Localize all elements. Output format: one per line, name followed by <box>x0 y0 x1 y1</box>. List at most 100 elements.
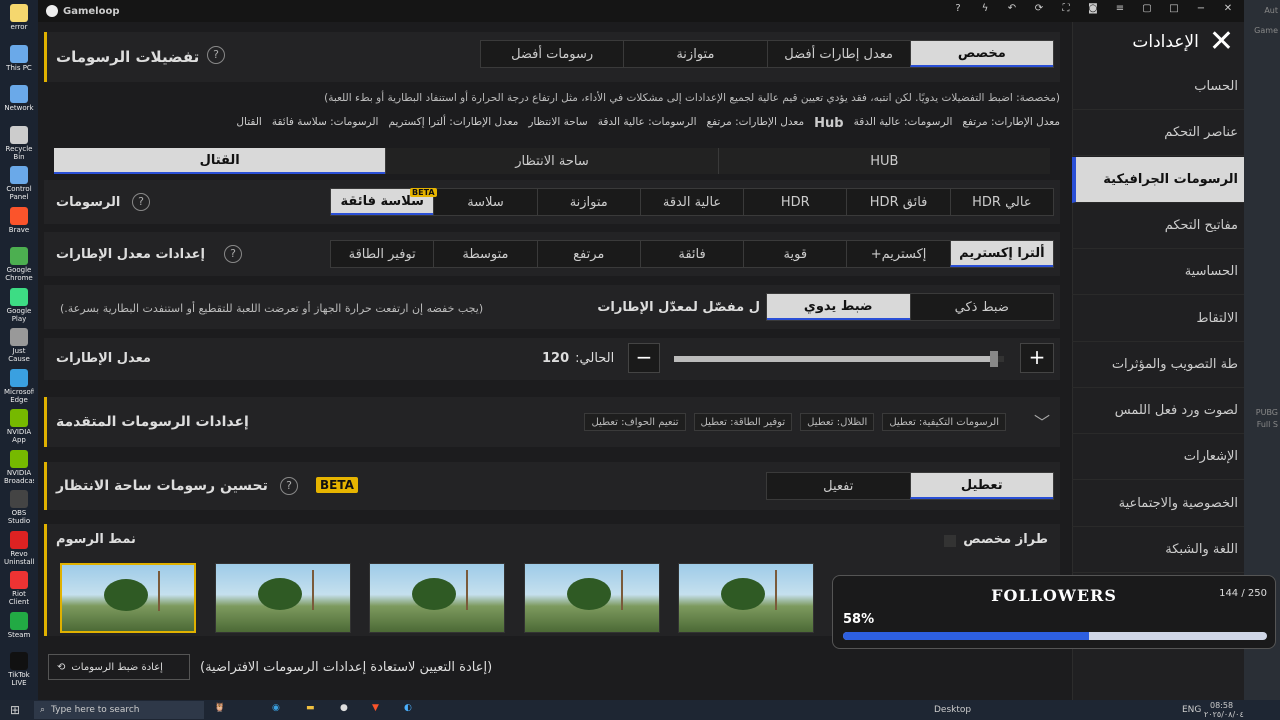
mode-tab-option[interactable]: HUB <box>717 148 1050 174</box>
desktop-icon[interactable]: Riot Client <box>4 571 34 606</box>
fps-mode-option[interactable]: ضبط ذكي <box>909 294 1054 320</box>
sidebar-item[interactable]: الخصوصية والاجتماعية <box>1072 481 1244 527</box>
desktop-icon[interactable]: Network <box>4 85 34 120</box>
fps-setting-option[interactable]: قوية <box>743 241 846 267</box>
clock-date[interactable]: ٢٠٢٥/٠٨/٠٤ <box>1204 710 1244 719</box>
lobby-enhance-option[interactable]: تفعيل <box>767 473 910 499</box>
desktop-icon[interactable]: error <box>4 4 34 39</box>
fps-decrease-button[interactable]: − <box>628 343 660 373</box>
maximize-icon[interactable]: □ <box>1166 3 1182 14</box>
desktop-icon[interactable]: Control Panel <box>4 166 34 201</box>
reset-graphics-button[interactable]: ⟲ إعادة ضبط الرسومات <box>48 654 190 680</box>
desktop-icon[interactable]: OBS Studio <box>4 490 34 525</box>
sidebar-item[interactable]: الرسومات الجرافيكية <box>1072 156 1244 203</box>
right-desktop-item[interactable]: Game <box>1254 26 1278 35</box>
sidebar-item[interactable]: مفاتيح التحكم <box>1072 203 1244 249</box>
mode-tab-option[interactable]: القتال <box>54 148 386 174</box>
sidebar-item[interactable]: عناصر التحكم <box>1072 110 1244 157</box>
desktop-icon-label: OBS Studio <box>7 509 31 525</box>
desktop-icon[interactable]: Google Chrome <box>4 247 34 282</box>
fps-setting-option[interactable]: توفير الطاقة <box>331 241 433 267</box>
graphics-pref-option[interactable]: مخصص <box>909 41 1053 67</box>
gameloop-taskbar-icon[interactable]: ◐ <box>404 703 412 713</box>
refresh-icon[interactable]: ⟳ <box>1031 3 1047 14</box>
right-desktop-item[interactable]: Full S <box>1257 420 1278 429</box>
close-icon[interactable]: ✕ <box>1220 3 1236 14</box>
desktop-icon[interactable]: Google Play Games <box>4 287 34 323</box>
fps-setting-option[interactable]: فائقة <box>639 241 743 267</box>
obs-icon[interactable]: ● <box>340 703 348 713</box>
taskbar-search[interactable]: ⌕ Type here to search <box>34 701 204 719</box>
fps-current-label: الحالي: <box>575 351 615 366</box>
restore-icon[interactable]: ▢ <box>1139 3 1155 14</box>
section-accent <box>44 32 47 82</box>
fps-setting-option[interactable]: مرتفع <box>536 241 640 267</box>
fps-setting-option[interactable]: ألترا إكستريم <box>949 241 1053 267</box>
desktop-icon[interactable]: Recycle Bin <box>4 125 34 161</box>
mode-tab-option[interactable]: ساحة الانتظار <box>385 148 717 174</box>
graphics-pref-option[interactable]: معدل إطارات أفضل <box>766 41 910 67</box>
desktop-icon[interactable]: NVIDIA App <box>4 409 34 444</box>
graphics-pref-option[interactable]: متوازنة <box>623 41 766 67</box>
menu-icon[interactable]: ≡ <box>1112 3 1128 14</box>
graphics-quality-option[interactable]: سلاسة <box>433 189 536 215</box>
graphics-quality-option[interactable]: متوازنة <box>536 189 640 215</box>
custom-style-checkbox[interactable] <box>944 535 956 547</box>
help-icon[interactable]: ? <box>950 3 966 14</box>
style-thumbnail[interactable] <box>214 563 351 633</box>
sidebar-item[interactable]: الحساسية <box>1072 249 1244 296</box>
desktop-icon[interactable]: This PC <box>4 44 34 80</box>
help-hint-icon[interactable]: ? <box>207 46 225 64</box>
edge-icon[interactable]: ◉ <box>272 703 280 713</box>
undo-icon[interactable]: ↶ <box>1004 3 1020 14</box>
graphics-pref-option[interactable]: رسومات أفضل <box>481 41 623 67</box>
file-explorer-icon[interactable]: ▬ <box>306 703 315 713</box>
clock-time[interactable]: 08:58 <box>1210 701 1233 710</box>
sidebar-item[interactable]: طة التصويب والمؤثرات <box>1072 342 1244 388</box>
style-thumbnail[interactable] <box>369 563 505 633</box>
minimize-icon[interactable]: − <box>1193 3 1209 14</box>
help-hint-icon[interactable]: ? <box>132 193 150 211</box>
graphics-quality-option[interactable]: HDR <box>743 189 846 215</box>
sidebar-item[interactable]: الإشعارات <box>1072 434 1244 481</box>
help-hint-icon[interactable]: ? <box>224 245 242 263</box>
advanced-graphics-row[interactable]: إعدادات الرسومات المتقدمة الرسومات التكي… <box>44 397 1060 447</box>
fps-setting-option[interactable]: متوسطة <box>433 241 536 267</box>
desktop-icon[interactable]: TikTok LIVE Studio <box>4 652 34 687</box>
fullscreen-icon[interactable]: ⛶ <box>1058 3 1074 14</box>
sidebar-item[interactable]: الحساب <box>1072 64 1244 110</box>
close-settings-icon[interactable]: ✕ <box>1209 27 1234 57</box>
fps-setting-option[interactable]: إكستريم+ <box>846 241 949 267</box>
graphics-quality-option[interactable]: عالي HDR <box>949 189 1053 215</box>
desktop-icon[interactable]: Steam <box>4 611 34 647</box>
language-indicator[interactable]: ENG <box>1182 705 1201 715</box>
sidebar-item[interactable]: لصوت ورد فعل اللمس <box>1072 388 1244 435</box>
graphics-quality-option[interactable]: عالية الدقة <box>639 189 743 215</box>
screenshot-icon[interactable]: ◙ <box>1085 3 1101 14</box>
style-thumbnail[interactable] <box>678 563 814 633</box>
chevron-down-icon[interactable]: ﹀ <box>1034 409 1050 433</box>
fps-increase-button[interactable]: + <box>1020 343 1054 373</box>
bolt-icon[interactable]: ϟ <box>977 3 993 14</box>
lobby-enhance-option[interactable]: تعطيل <box>909 473 1053 499</box>
right-desktop-item[interactable]: PUBG <box>1256 408 1278 417</box>
style-thumbnail[interactable] <box>60 563 196 633</box>
desktop-icon[interactable]: Microsoft Edge <box>4 368 34 404</box>
fps-slider-track[interactable] <box>674 351 1004 367</box>
graphics-quality-option[interactable]: فائق HDR <box>846 189 949 215</box>
sidebar-item[interactable]: الالتقاط <box>1072 296 1244 342</box>
desktop-icon[interactable]: Just Cause <box>4 328 34 363</box>
desktop-icon[interactable]: NVIDIA Broadcast <box>4 449 34 485</box>
owl-app-icon[interactable]: 🦉 <box>214 703 225 713</box>
desktop-icon[interactable]: Revo Uninstaller <box>4 530 34 566</box>
fps-mode-option[interactable]: ضبط يدوي <box>767 294 910 320</box>
desktop-icon[interactable]: Brave <box>4 206 34 242</box>
sidebar-item[interactable]: اللغة والشبكة <box>1072 527 1244 573</box>
fps-slider-handle[interactable] <box>990 351 999 367</box>
style-thumbnail[interactable] <box>523 563 660 633</box>
desktop-label[interactable]: Desktop <box>934 705 971 715</box>
right-desktop-item[interactable]: Aut <box>1264 6 1278 15</box>
windows-start-icon[interactable]: ⊞ <box>10 703 20 717</box>
brave-icon[interactable]: ▼ <box>372 703 379 713</box>
help-hint-icon[interactable]: ? <box>280 477 298 495</box>
